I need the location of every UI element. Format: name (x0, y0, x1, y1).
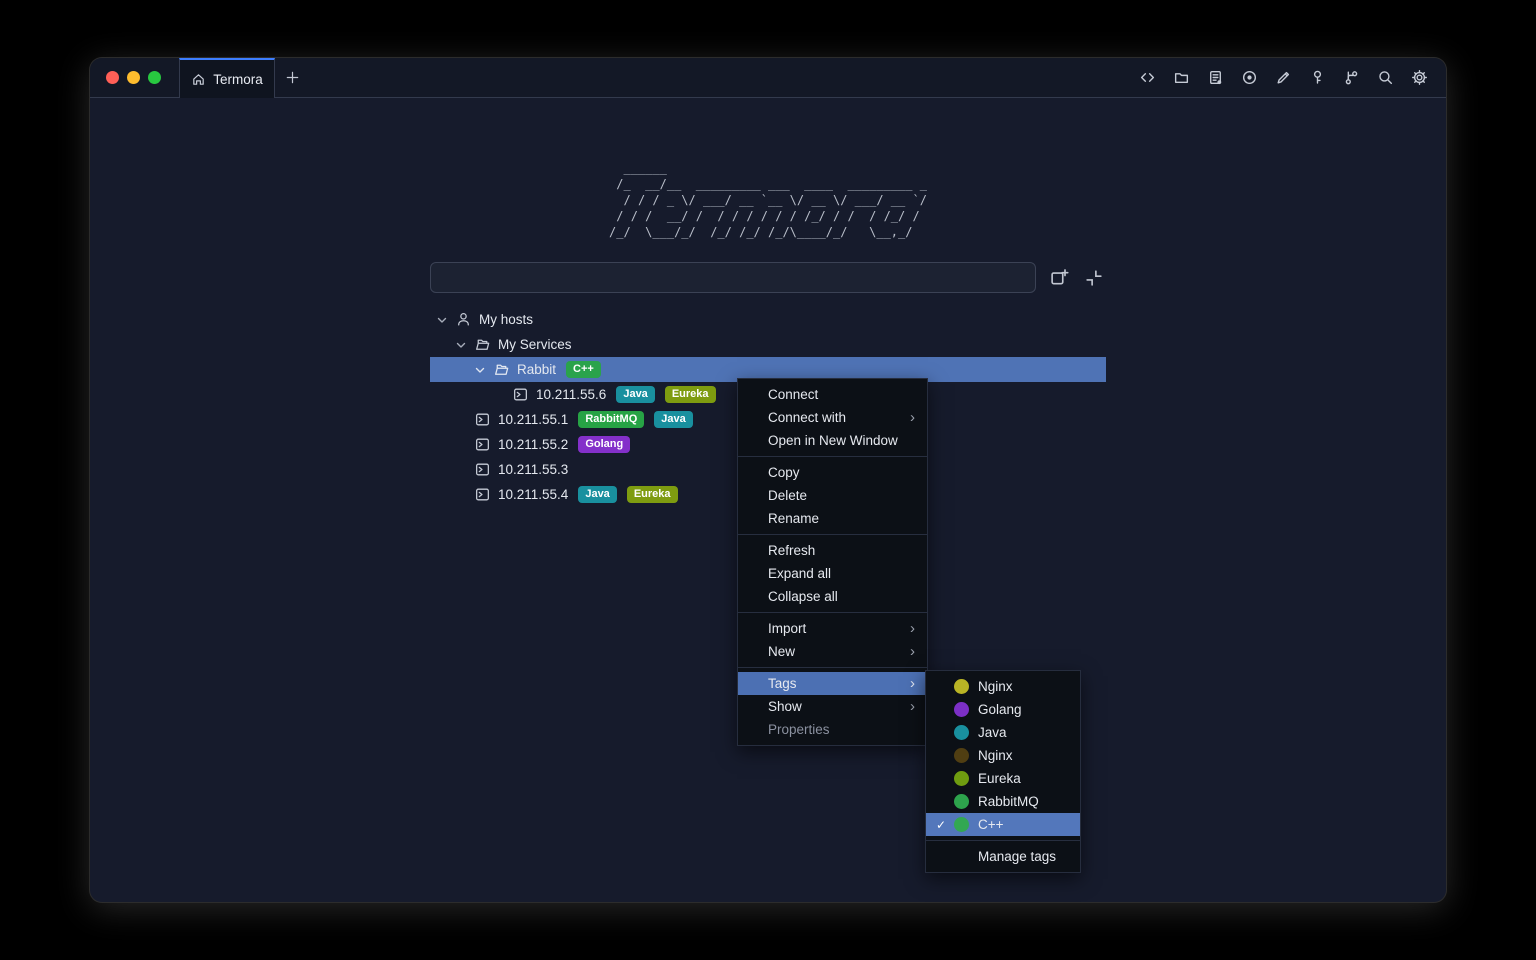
menu-item-show[interactable]: Show › (738, 695, 927, 718)
menu-item-rename[interactable]: Rename (738, 507, 927, 530)
tag-item-nginx-2[interactable]: Nginx (926, 744, 1080, 767)
chevron-down-icon[interactable] (453, 337, 469, 353)
tree-label: 10.211.55.6 (536, 387, 606, 402)
tag-color-dot (954, 679, 969, 694)
close-window-button[interactable] (106, 71, 119, 84)
terminal-icon (474, 411, 491, 428)
tag-item-nginx[interactable]: Nginx (926, 675, 1080, 698)
tab-title: Termora (213, 72, 263, 87)
menu-item-properties: Properties (738, 718, 927, 741)
terminal-icon (474, 486, 491, 503)
menu-separator (738, 456, 927, 457)
tag-item-cpp[interactable]: ✓ C++ (926, 813, 1080, 836)
add-host-button[interactable] (1047, 266, 1071, 290)
home-icon (191, 72, 206, 87)
new-tab-button[interactable] (275, 58, 309, 97)
titlebar-actions (1136, 58, 1446, 97)
menu-separator (926, 840, 1080, 841)
submenu-arrow-icon: › (910, 676, 915, 691)
chevron-down-icon[interactable] (472, 362, 488, 378)
submenu-arrow-icon: › (910, 699, 915, 714)
submenu-arrow-icon: › (910, 644, 915, 659)
settings-icon[interactable] (1408, 67, 1430, 89)
termora-ascii-logo: ______ /_ __/__ _________ ___ ____ _____… (609, 160, 927, 240)
tree-label: 10.211.55.3 (498, 462, 568, 477)
tree-label: Rabbit (517, 362, 556, 377)
tag-badge: Java (654, 411, 692, 428)
terminal-icon (474, 461, 491, 478)
tag-color-dot (954, 794, 969, 809)
menu-item-expand-all[interactable]: Expand all (738, 562, 927, 585)
terminal-icon (474, 436, 491, 453)
tag-badge: C++ (566, 361, 601, 378)
menu-item-delete[interactable]: Delete (738, 484, 927, 507)
tag-badge: Java (578, 486, 616, 503)
context-menu: Connect Connect with › Open in New Windo… (737, 378, 928, 746)
key-icon[interactable] (1306, 67, 1328, 89)
traffic-lights (90, 58, 179, 97)
search-icon[interactable] (1374, 67, 1396, 89)
tree-label: My hosts (479, 312, 533, 327)
terminal-icon (512, 386, 529, 403)
menu-item-new[interactable]: New › (738, 640, 927, 663)
chevron-down-icon[interactable] (434, 312, 450, 328)
tags-submenu: Nginx Golang Java Nginx Eureka RabbitMQ … (925, 670, 1081, 873)
code-icon[interactable] (1136, 67, 1158, 89)
filter-input[interactable] (430, 262, 1036, 293)
titlebar: Termora (90, 58, 1446, 98)
tag-color-dot (954, 725, 969, 740)
tag-item-java[interactable]: Java (926, 721, 1080, 744)
tree-label: My Services (498, 337, 572, 352)
tree-label: 10.211.55.2 (498, 437, 568, 452)
tag-item-rabbitmq[interactable]: RabbitMQ (926, 790, 1080, 813)
tag-badge: Eureka (627, 486, 678, 503)
menu-separator (738, 667, 927, 668)
menu-separator (738, 612, 927, 613)
tag-badge: Eureka (665, 386, 716, 403)
menu-item-open-in-new-window[interactable]: Open in New Window (738, 429, 927, 452)
tag-badge: Golang (578, 436, 630, 453)
tag-color-dot (954, 817, 969, 832)
folder-open-icon (493, 361, 510, 378)
event-log-icon[interactable] (1204, 67, 1226, 89)
tag-item-eureka[interactable]: Eureka (926, 767, 1080, 790)
tab-termora[interactable]: Termora (179, 58, 275, 98)
menu-item-tags[interactable]: Tags › (738, 672, 927, 695)
menu-item-connect-with[interactable]: Connect with › (738, 406, 927, 429)
menu-item-connect[interactable]: Connect (738, 383, 927, 406)
menu-item-collapse-all[interactable]: Collapse all (738, 585, 927, 608)
checkmark-icon: ✓ (936, 818, 954, 832)
menu-item-refresh[interactable]: Refresh (738, 539, 927, 562)
tree-label: 10.211.55.4 (498, 487, 568, 502)
tree-label: 10.211.55.1 (498, 412, 568, 427)
user-icon (455, 311, 472, 328)
minimize-window-button[interactable] (127, 71, 140, 84)
submenu-arrow-icon: › (910, 621, 915, 636)
manage-tags-button[interactable]: Manage tags (926, 845, 1080, 868)
tag-color-dot (954, 748, 969, 763)
tree-row-my-hosts[interactable]: My hosts (430, 307, 1106, 332)
folder-icon[interactable] (1170, 67, 1192, 89)
folder-open-icon (474, 336, 491, 353)
menu-item-import[interactable]: Import › (738, 617, 927, 640)
edit-icon[interactable] (1272, 67, 1294, 89)
host-filter-row (430, 262, 1106, 293)
menu-separator (738, 534, 927, 535)
tag-badge: Java (616, 386, 654, 403)
tag-color-dot (954, 702, 969, 717)
record-icon[interactable] (1238, 67, 1260, 89)
collapse-all-button[interactable] (1082, 266, 1106, 290)
menu-item-copy[interactable]: Copy (738, 461, 927, 484)
tag-color-dot (954, 771, 969, 786)
tag-item-golang[interactable]: Golang (926, 698, 1080, 721)
branch-icon[interactable] (1340, 67, 1362, 89)
app-window: Termora (90, 58, 1446, 902)
submenu-arrow-icon: › (910, 410, 915, 425)
tag-badge: RabbitMQ (578, 411, 644, 428)
zoom-window-button[interactable] (148, 71, 161, 84)
tree-row-my-services[interactable]: My Services (430, 332, 1106, 357)
